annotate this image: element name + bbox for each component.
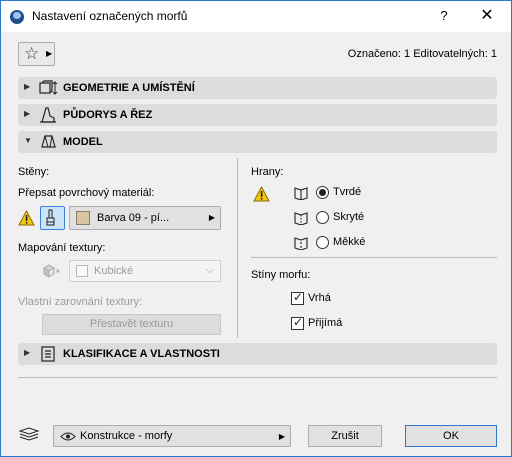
texture-mapping-label: Mapování textury: — [18, 242, 106, 254]
layer-select[interactable]: Konstrukce - morfy ▶ — [53, 425, 291, 447]
edges-hidden-label: Skryté — [333, 211, 365, 223]
shadows-label: Stíny morfu: — [251, 269, 311, 281]
section-geometry[interactable]: ▶ GEOMETRIE A UMÍSTĚNÍ — [18, 77, 497, 99]
hard-edge-icon — [294, 187, 308, 200]
chevron-down-icon: ▼ — [24, 136, 32, 145]
layer-value: Konstrukce - morfy — [80, 430, 173, 442]
paint-brush-icon — [46, 209, 55, 226]
texture-mapping-icon — [43, 264, 60, 278]
chevron-down-icon: ⌵ — [205, 264, 214, 276]
dialog-content: ☆ ▶ Označeno: 1 Editovatelných: 1 ▶ GEOM… — [1, 32, 511, 456]
title-bar: Nastavení označených morfů ? ✕ — [1, 1, 511, 32]
chevron-right-icon: ▶ — [208, 213, 215, 222]
eye-icon — [60, 432, 76, 441]
texture-mapping-select[interactable]: Kubické ⌵ — [69, 260, 221, 282]
column-divider — [237, 158, 238, 338]
chevron-right-icon: ▶ — [278, 432, 285, 441]
dialog-window: Nastavení označených morfů ? ✕ ☆ ▶ Označ… — [0, 0, 512, 457]
star-icon: ☆ — [24, 44, 40, 63]
classification-icon — [41, 346, 55, 362]
custom-alignment-label: Vlastní zarovnání textury: — [18, 296, 143, 308]
edges-hidden-radio[interactable] — [316, 211, 329, 224]
favorites-button[interactable]: ☆ ▶ — [18, 42, 55, 66]
warning-icon — [253, 186, 270, 202]
help-button[interactable]: ? — [437, 8, 451, 23]
chevron-right-icon: ▶ — [46, 49, 53, 58]
cube-icon — [76, 265, 88, 277]
faces-label: Stěny: — [18, 166, 50, 178]
receive-shadows-checkbox[interactable] — [291, 315, 304, 330]
selection-info: Označeno: 1 Editovatelných: 1 — [347, 48, 497, 60]
layer-icon — [18, 427, 40, 441]
edges-hard-label: Tvrdé — [333, 186, 362, 198]
cancel-button[interactable]: Zrušit — [308, 425, 382, 447]
model-icon — [41, 135, 56, 148]
warning-icon — [18, 210, 35, 226]
section-classification[interactable]: ▶ KLASIFIKACE A VLASTNOSTI — [18, 343, 497, 365]
edges-hard-radio[interactable] — [316, 186, 329, 199]
soft-edge-icon — [294, 237, 308, 250]
rebuild-texture-button[interactable]: Přestavět texturu — [42, 314, 221, 335]
edges-label: Hrany: — [251, 166, 284, 178]
archicad-app-icon — [10, 10, 24, 24]
floorplan-icon — [40, 107, 56, 123]
override-material-label: Přepsat povrchový materiál: — [18, 187, 155, 199]
hidden-edge-icon — [294, 212, 308, 225]
chevron-right-icon: ▶ — [24, 82, 31, 91]
edges-divider — [251, 257, 497, 258]
section-label: PŮDORYS A ŘEZ — [63, 109, 153, 121]
material-swatch — [76, 211, 90, 225]
cast-shadows-checkbox[interactable] — [291, 290, 304, 305]
material-select[interactable]: Barva 09 - pí... ▶ — [69, 206, 221, 230]
chevron-right-icon: ▶ — [24, 348, 31, 357]
footer-divider — [18, 377, 497, 378]
ok-button[interactable]: OK — [405, 425, 497, 447]
override-material-toggle[interactable] — [40, 206, 65, 230]
window-title: Nastavení označených morfů — [32, 9, 188, 23]
texture-mapping-value: Kubické — [94, 265, 134, 277]
section-label: MODEL — [63, 136, 103, 148]
chevron-right-icon: ▶ — [24, 109, 31, 118]
edges-soft-label: Měkké — [333, 236, 366, 248]
geometry-icon — [39, 80, 58, 95]
material-value: Barva 09 - pí... — [97, 212, 170, 224]
section-label: KLASIFIKACE A VLASTNOSTI — [63, 348, 220, 360]
receive-shadows-label: Přijímá — [308, 317, 343, 329]
edges-soft-radio[interactable] — [316, 236, 329, 249]
section-floorplan[interactable]: ▶ PŮDORYS A ŘEZ — [18, 104, 497, 126]
cast-shadows-label: Vrhá — [308, 292, 331, 304]
close-button[interactable]: ✕ — [477, 5, 497, 25]
section-model[interactable]: ▼ MODEL — [18, 131, 497, 153]
section-label: GEOMETRIE A UMÍSTĚNÍ — [63, 82, 195, 94]
